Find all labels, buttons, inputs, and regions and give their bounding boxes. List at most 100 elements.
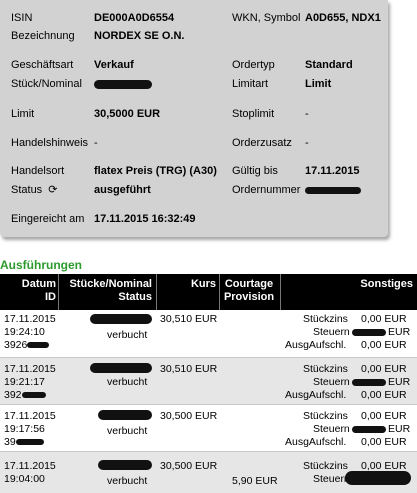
row-stueck-redacted bbox=[98, 409, 152, 421]
stueckzins-label: Stückzins bbox=[303, 313, 348, 325]
row-stueck-redacted bbox=[90, 362, 152, 374]
gueltig-value: 17.11.2015 bbox=[305, 165, 360, 177]
header-datum: Datum bbox=[21, 278, 56, 290]
header-courtage-provision[interactable]: Courtage Provision bbox=[220, 278, 278, 304]
row-status: Status ⟳ ausgeführt Ordernummer bbox=[0, 182, 388, 198]
limit-value: 30,5000 EUR bbox=[94, 108, 161, 120]
stueck-label: Stück/Nominal bbox=[11, 78, 82, 90]
row-time: 19:04:00 bbox=[4, 473, 45, 485]
row-stueck-redacted bbox=[98, 459, 152, 471]
handelsort-value: flatex Preis (TRG) (A30) bbox=[94, 165, 217, 177]
executions-table-header: Datum ID Stücke/Nominal Status Kurs Cour… bbox=[0, 274, 417, 310]
bezeichnung-label: Bezeichnung bbox=[11, 30, 75, 42]
handelsort-label: Handelsort bbox=[11, 165, 65, 177]
ausgaufschl-label: AusgAufschl. bbox=[285, 339, 347, 351]
header-datum-id[interactable]: Datum ID bbox=[0, 278, 56, 304]
ordernummer-value-redacted bbox=[305, 182, 361, 198]
header-sonstiges-label: Sonstiges bbox=[360, 278, 413, 290]
header-stuecke-status[interactable]: Stücke/Nominal Status bbox=[60, 278, 152, 304]
ausgaufschl-label: AusgAufschl. bbox=[285, 389, 347, 401]
row-id: 3926 bbox=[4, 339, 50, 351]
refresh-icon[interactable]: ⟳ bbox=[48, 182, 57, 198]
row-id: 392 bbox=[4, 389, 46, 401]
table-row[interactable]: 17.11.2015 19:21:17 392 verbucht 30,510 … bbox=[0, 358, 417, 404]
isin-value: DE000A0D6554 bbox=[94, 12, 175, 24]
limitart-label: Limitart bbox=[232, 78, 269, 90]
row-bezeichnung: Bezeichnung NORDEX SE O.N. bbox=[0, 28, 388, 44]
header-kurs-label: Kurs bbox=[190, 278, 216, 290]
limit-label: Limit bbox=[11, 108, 35, 120]
row-stueck: Stück/Nominal Limitart Limit bbox=[0, 76, 388, 92]
steuern-redacted bbox=[352, 376, 386, 388]
steuern-value: EUR bbox=[388, 423, 411, 435]
handelshinweis-label: Handelshinweis bbox=[11, 137, 89, 149]
row-kurs: 30,510 EUR bbox=[160, 313, 218, 325]
row-eingereicht: Eingereicht am 17.11.2015 16:32:49 bbox=[0, 211, 388, 227]
stueckzins-label: Stückzins bbox=[303, 460, 348, 472]
header-status: Status bbox=[118, 291, 152, 303]
stueckzins-label: Stückzins bbox=[303, 410, 348, 422]
eingereicht-label: Eingereicht am bbox=[11, 213, 85, 225]
row-kurs: 30,500 EUR bbox=[160, 410, 218, 422]
steuern-redacted bbox=[352, 423, 386, 435]
orderzusatz-label: Orderzusatz bbox=[232, 137, 292, 149]
row-date: 17.11.2015 bbox=[4, 460, 56, 472]
stueckzins-value: 0,00 EUR bbox=[361, 313, 407, 325]
orderzusatz-value: - bbox=[305, 137, 309, 149]
wkn-value: A0D655, NDX1 bbox=[305, 12, 381, 24]
ausgaufschl-value: 0,00 EUR bbox=[361, 436, 407, 448]
header-provision: Provision bbox=[223, 291, 275, 303]
order-detail-panel: ISIN DE000A0D6554 WKN, Symbol A0D655, ND… bbox=[0, 0, 388, 237]
stueckzins-value: 0,00 EUR bbox=[361, 410, 407, 422]
header-courtage: Courtage bbox=[224, 278, 274, 290]
table-row[interactable]: 17.11.2015 19:17:56 39 verbucht 30,500 E… bbox=[0, 405, 417, 451]
executions-title: Ausführungen bbox=[0, 258, 82, 272]
status-value: ausgeführt bbox=[94, 184, 151, 196]
gueltig-label: Gültig bis bbox=[232, 165, 278, 177]
status-label: Status bbox=[11, 184, 43, 196]
row-isin: ISIN DE000A0D6554 WKN, Symbol A0D655, ND… bbox=[0, 10, 388, 26]
row-kurs: 30,510 EUR bbox=[160, 363, 218, 375]
ausgaufschl-label: AusgAufschl. bbox=[285, 436, 347, 448]
status-label-group: Status ⟳ bbox=[11, 182, 57, 198]
ausgaufschl-value: 0,00 EUR bbox=[361, 389, 407, 401]
header-id: ID bbox=[45, 291, 56, 303]
geschaeftsart-value: Verkauf bbox=[94, 59, 134, 71]
row-courtage: 5,90 EUR bbox=[232, 475, 278, 487]
header-kurs[interactable]: Kurs bbox=[158, 278, 216, 291]
row-status: verbucht bbox=[107, 475, 148, 487]
ordertyp-value: Standard bbox=[305, 59, 353, 71]
table-row[interactable]: 17.11.2015 19:04:00 verbucht 30,500 EUR … bbox=[0, 452, 417, 493]
eingereicht-value: 17.11.2015 16:32:49 bbox=[94, 213, 196, 225]
steuern-value: EUR bbox=[388, 376, 411, 388]
bezeichnung-value: NORDEX SE O.N. bbox=[94, 30, 185, 42]
row-status: verbucht bbox=[107, 425, 148, 437]
stueck-value-redacted bbox=[94, 76, 152, 92]
stueckzins-label: Stückzins bbox=[303, 363, 348, 375]
row-stueck-redacted bbox=[90, 313, 152, 325]
wkn-label: WKN, Symbol bbox=[232, 12, 301, 24]
row-date: 17.11.2015 bbox=[4, 313, 56, 325]
steuern-redacted bbox=[345, 471, 411, 485]
handelshinweis-value: - bbox=[94, 137, 98, 149]
row-geschaeftsart: Geschäftsart Verkauf Ordertyp Standard bbox=[0, 57, 388, 73]
ordernummer-label: Ordernummer bbox=[232, 184, 301, 196]
row-handelsort: Handelsort flatex Preis (TRG) (A30) Gült… bbox=[0, 163, 388, 179]
row-id: 39 bbox=[4, 436, 44, 448]
ausgaufschl-value: 0,00 EUR bbox=[361, 339, 407, 351]
row-limit: Limit 30,5000 EUR Stoplimit - bbox=[0, 106, 388, 122]
limitart-value: Limit bbox=[305, 78, 332, 90]
divider bbox=[280, 274, 281, 310]
row-status: verbucht bbox=[107, 329, 148, 341]
row-time: 19:24:10 bbox=[4, 326, 45, 338]
divider bbox=[156, 274, 157, 310]
stoplimit-value: - bbox=[305, 108, 309, 120]
row-kurs: 30,500 EUR bbox=[160, 460, 218, 472]
geschaeftsart-label: Geschäftsart bbox=[11, 59, 74, 71]
row-time: 19:21:17 bbox=[4, 376, 45, 388]
table-row[interactable]: 17.11.2015 19:24:10 3926 verbucht 30,510… bbox=[0, 311, 417, 357]
row-time: 19:17:56 bbox=[4, 423, 45, 435]
steuern-value: EUR bbox=[388, 326, 411, 338]
header-sonstiges[interactable]: Sonstiges bbox=[282, 278, 413, 291]
divider bbox=[58, 274, 59, 310]
